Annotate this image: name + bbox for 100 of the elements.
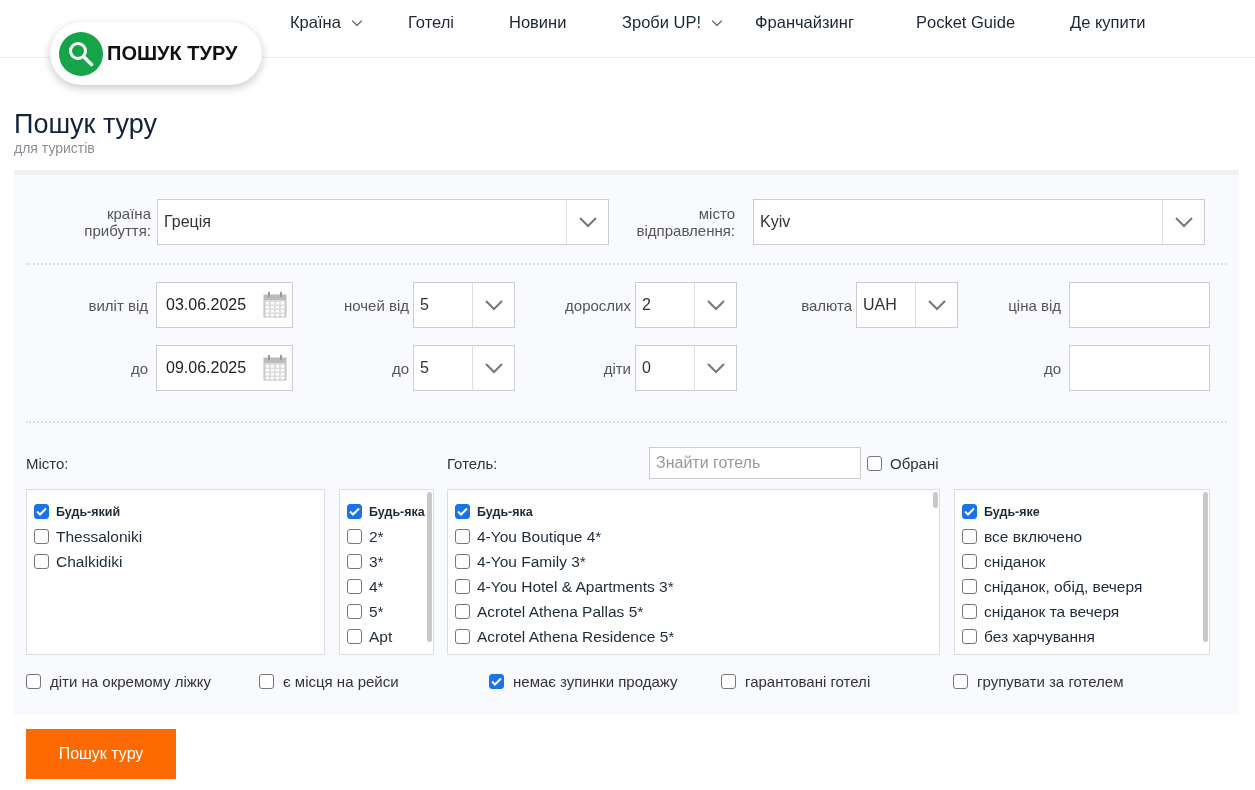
checkbox[interactable] (962, 579, 977, 594)
select-field[interactable]: Kyiv (753, 199, 1205, 245)
list-option[interactable]: сніданок, обід, вечеря (962, 574, 1209, 599)
list-option[interactable]: 3* (347, 549, 433, 574)
nav-link[interactable]: Готелі (408, 13, 509, 32)
scrollbar[interactable] (427, 492, 432, 642)
field-label: до (1042, 359, 1062, 377)
nav-link[interactable]: Країна (290, 13, 408, 32)
chevron-down-icon (926, 299, 947, 311)
list-option[interactable]: Будь-яке (962, 499, 1209, 524)
select-field[interactable]: 0 (635, 345, 737, 391)
option-checkbox[interactable]: гарантовані готелі (721, 673, 953, 690)
chevron-down-icon (705, 362, 726, 374)
option-checkbox[interactable]: групувати за готелем (953, 673, 1153, 690)
checkbox[interactable] (34, 554, 49, 569)
list-option[interactable]: Acrotel Athena Pallas 5* (455, 599, 939, 624)
checkbox[interactable] (962, 529, 977, 544)
list-option[interactable]: 2* (347, 524, 433, 549)
list-option[interactable]: все включено (962, 524, 1209, 549)
price-field[interactable] (1069, 282, 1210, 328)
option-checkbox[interactable]: діти на окремому ліжку (26, 673, 259, 690)
checkbox[interactable] (953, 674, 968, 689)
nav-link[interactable]: Pocket Guide (916, 13, 1070, 32)
checkbox[interactable] (347, 629, 362, 644)
date-field[interactable]: 03.06.2025 (156, 282, 293, 328)
select-field[interactable]: 5 (413, 282, 515, 328)
scrollbar[interactable] (1203, 492, 1208, 642)
section-label: Готель: (447, 454, 499, 472)
checkbox[interactable] (721, 674, 736, 689)
list-option[interactable]: Будь-яка (347, 499, 433, 524)
checkbox[interactable] (867, 455, 882, 471)
logo[interactable]: ПОШУК ТУРУ (50, 22, 262, 85)
checkbox[interactable] (259, 674, 274, 689)
list-option[interactable]: Chalkidiki (34, 549, 324, 574)
option-checkbox[interactable]: немає зупинки продажу (489, 673, 721, 690)
nav-link[interactable]: Зроби UP! (622, 13, 755, 32)
checkbox[interactable] (26, 674, 41, 689)
field-label: ціна від (1007, 296, 1062, 314)
list-option[interactable]: Apt (347, 624, 433, 649)
checkbox[interactable] (347, 554, 362, 569)
calendar-icon[interactable] (263, 292, 287, 318)
list-option[interactable]: сніданок та вечеря (962, 599, 1209, 624)
nav-link[interactable]: Новини (509, 13, 622, 32)
chevron-down-icon (705, 299, 726, 311)
page-subtitle: для туристів (14, 140, 96, 156)
checkbox[interactable] (455, 554, 470, 569)
field-label: країна прибуття: (83, 205, 152, 239)
list-option[interactable]: 4* (347, 574, 433, 599)
checkbox[interactable] (455, 604, 470, 619)
list-option[interactable]: 5* (347, 599, 433, 624)
calendar-icon[interactable] (263, 355, 287, 381)
chevron-down-icon (483, 299, 504, 311)
checkbox[interactable] (962, 629, 977, 644)
list-option[interactable]: 4-You Hotel & Apartments 3* (455, 574, 939, 599)
list-option[interactable]: без харчування (962, 624, 1209, 649)
checkbox[interactable] (962, 554, 977, 569)
checkbox[interactable] (34, 504, 49, 519)
checkbox[interactable] (962, 504, 977, 519)
checkbox[interactable] (347, 529, 362, 544)
chevron-down-icon (483, 362, 504, 374)
select-field[interactable]: 5 (413, 345, 515, 391)
field-label: валюта (800, 296, 853, 314)
list-option[interactable]: Thessaloniki (34, 524, 324, 549)
list-option[interactable]: 4-You Family 3* (455, 549, 939, 574)
page-title: Пошук туру (14, 108, 158, 140)
scrollbar[interactable] (933, 492, 938, 508)
checkbox[interactable] (455, 629, 470, 644)
favorites-checkbox[interactable]: Обрані (867, 454, 967, 472)
date-field[interactable]: 09.06.2025 (156, 345, 293, 391)
nav-link[interactable]: Франчайзинг (755, 13, 916, 32)
checkbox[interactable] (347, 604, 362, 619)
list-option[interactable]: Будь-яка (455, 499, 939, 524)
list-option[interactable]: Acrotel Athena Residence 5* (455, 624, 939, 649)
checkbox[interactable] (34, 529, 49, 544)
checkbox[interactable] (455, 504, 470, 519)
hotel-search-field[interactable]: Знайти готель (649, 447, 861, 479)
chevron-down-icon (1173, 216, 1194, 228)
select-field[interactable]: UAH (856, 282, 958, 328)
field-label: місто відправлення: (635, 205, 736, 239)
checkbox[interactable] (962, 604, 977, 619)
field-label: виліт від (87, 296, 149, 314)
list-option[interactable]: Будь-який (34, 499, 324, 524)
option-checkbox[interactable]: є місця на рейси (259, 673, 489, 690)
select-field[interactable]: Греція (157, 199, 609, 245)
checkbox[interactable] (455, 579, 470, 594)
field-label: діти (602, 359, 632, 377)
checkbox[interactable] (489, 674, 504, 689)
section-label: Місто: (26, 454, 70, 472)
field-label: до (390, 359, 410, 377)
price-field[interactable] (1069, 345, 1210, 391)
field-label: до (129, 359, 149, 377)
chevron-down-icon (577, 216, 598, 228)
list-option[interactable]: сніданок (962, 549, 1209, 574)
checkbox[interactable] (347, 504, 362, 519)
checkbox[interactable] (347, 579, 362, 594)
select-field[interactable]: 2 (635, 282, 737, 328)
list-option[interactable]: 4-You Boutique 4* (455, 524, 939, 549)
checkbox[interactable] (455, 529, 470, 544)
field-label: дорослих (564, 296, 632, 314)
nav-link[interactable]: Де купити (1070, 13, 1170, 32)
